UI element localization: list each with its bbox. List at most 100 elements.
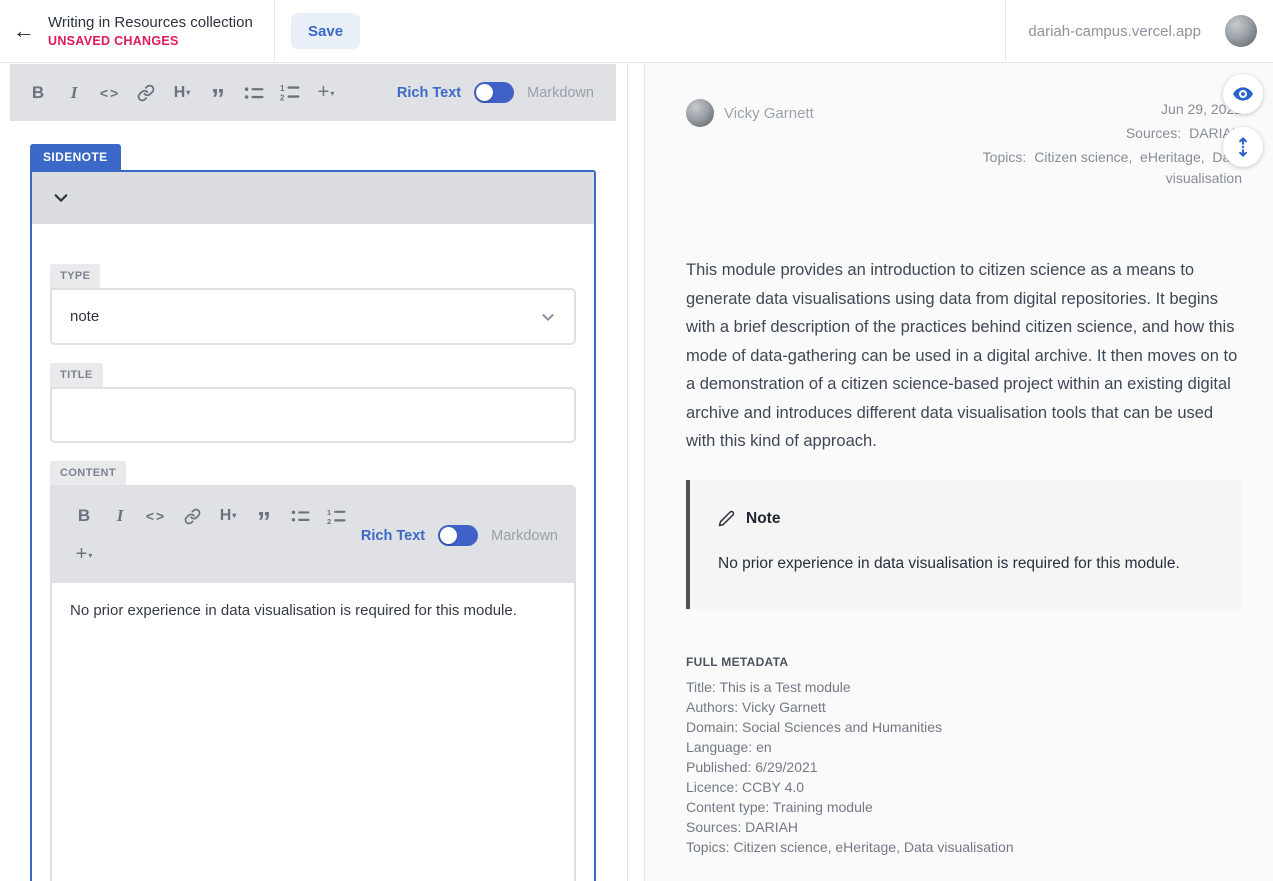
- chevron-down-icon: [52, 189, 70, 207]
- italic-button[interactable]: I: [56, 78, 92, 108]
- meta-date: Jun 29, 2021: [932, 99, 1242, 120]
- bullet-list-icon: [291, 508, 310, 524]
- scroll-sync-button[interactable]: [1223, 127, 1263, 167]
- back-arrow-icon: ←: [13, 18, 35, 44]
- rich-text-label[interactable]: Rich Text: [397, 85, 461, 101]
- user-avatar[interactable]: [1225, 15, 1257, 47]
- richtext-markdown-toggle[interactable]: [474, 82, 514, 103]
- topbar: ← Writing in Resources collection UNSAVE…: [0, 0, 1273, 63]
- heading-button[interactable]: H▾: [210, 501, 246, 531]
- site-url-link[interactable]: dariah-campus.vercel.app: [1028, 23, 1201, 40]
- numbered-list-button[interactable]: 12: [272, 78, 308, 108]
- quote-button[interactable]: ”: [246, 501, 282, 531]
- content-widget: B I <> H▾ ”: [50, 485, 576, 881]
- topics-value: Citizen science, eHeritage, Data visuali…: [1034, 149, 1246, 186]
- metadata-item: Authors: Vicky Garnett: [686, 697, 1242, 717]
- module-description: This module provides an introduction to …: [686, 256, 1242, 456]
- cms-app: ← Writing in Resources collection UNSAVE…: [0, 0, 1273, 881]
- editor-pane: B I <> H▾ ” 12 +▾ Rich Text Markdo: [0, 63, 628, 881]
- topbar-divider-right: [1005, 0, 1006, 62]
- markdown-label[interactable]: Markdown: [491, 528, 558, 544]
- note-title-text: Note: [746, 510, 780, 528]
- pencil-icon: [718, 510, 735, 527]
- metadata-item: Topics: Citizen science, eHeritage, Data…: [686, 837, 1242, 857]
- bold-button[interactable]: B: [20, 78, 56, 108]
- quote-icon: ”: [211, 82, 225, 104]
- title-input[interactable]: [50, 387, 576, 443]
- type-select-value: note: [70, 308, 99, 325]
- bold-icon: B: [32, 83, 44, 103]
- metadata-item: Content type: Training module: [686, 797, 1242, 817]
- chevron-down-icon: [540, 309, 556, 325]
- bullet-list-button[interactable]: [282, 501, 318, 531]
- code-icon: <>: [146, 508, 166, 524]
- toggle-preview-button[interactable]: [1223, 74, 1263, 114]
- editor-mode-switch: Rich Text Markdown: [397, 82, 594, 103]
- heading-button[interactable]: H▾: [164, 78, 200, 108]
- preview-header: Vicky Garnett Jun 29, 2021 Sources:DARIA…: [686, 99, 1242, 192]
- content-mode-switch: Rich Text Markdown: [361, 525, 558, 546]
- type-select[interactable]: note: [50, 288, 576, 345]
- add-component-icon: +▾: [76, 543, 93, 566]
- note-callout-title: Note: [718, 510, 1214, 528]
- metadata-item: Sources: DARIAH: [686, 817, 1242, 837]
- note-callout-text: No prior experience in data visualisatio…: [718, 553, 1214, 575]
- content-toolbar: B I <> H▾ ”: [52, 487, 574, 583]
- link-button[interactable]: [174, 501, 210, 531]
- bullet-list-button[interactable]: [236, 78, 272, 108]
- rich-text-label[interactable]: Rich Text: [361, 528, 425, 544]
- add-component-button[interactable]: +▾: [66, 539, 102, 569]
- sidenote-fields: TYPE note TITLE CONTENT B I <>: [32, 224, 594, 881]
- pane-gutter: [628, 63, 644, 881]
- metadata-item: Licence: CCBY 4.0: [686, 777, 1242, 797]
- preview-controls: [1223, 74, 1263, 167]
- link-button[interactable]: [128, 78, 164, 108]
- numbered-list-icon: 12: [327, 508, 346, 525]
- bold-icon: B: [78, 506, 90, 526]
- toggle-knob: [476, 84, 493, 101]
- meta-sources: Sources:DARIAH: [932, 123, 1242, 144]
- topbar-divider: [274, 0, 275, 62]
- italic-button[interactable]: I: [102, 501, 138, 531]
- sidenote-widget: TYPE note TITLE CONTENT B I <>: [30, 170, 596, 881]
- content-field-label: CONTENT: [50, 461, 126, 485]
- sidenote-widget-tab[interactable]: SIDENOTE: [30, 144, 121, 170]
- topics-label: Topics:: [983, 149, 1027, 165]
- code-button[interactable]: <>: [92, 78, 128, 108]
- title-field-label: TITLE: [50, 363, 103, 387]
- quote-button[interactable]: ”: [200, 78, 236, 108]
- content-editor[interactable]: No prior experience in data visualisatio…: [52, 583, 574, 881]
- numbered-list-button[interactable]: 12: [318, 501, 354, 531]
- type-field-label: TYPE: [50, 264, 100, 288]
- svg-text:2: 2: [327, 517, 331, 525]
- svg-text:1: 1: [280, 84, 285, 93]
- scroll-sync-icon: [1232, 136, 1254, 158]
- link-icon: [137, 84, 155, 102]
- link-icon: [184, 508, 201, 525]
- caret-down-icon: ▾: [330, 89, 334, 98]
- caret-down-icon: ▾: [232, 511, 236, 520]
- code-button[interactable]: <>: [138, 501, 174, 531]
- sources-label: Sources:: [1126, 125, 1181, 141]
- sidenote-collapse-header[interactable]: [32, 172, 594, 224]
- add-component-button[interactable]: +▾: [308, 78, 344, 108]
- italic-icon: I: [71, 83, 78, 103]
- svg-text:1: 1: [327, 508, 332, 517]
- bullet-list-icon: [244, 85, 264, 101]
- editor-toolbar: B I <> H▾ ” 12 +▾ Rich Text Markdo: [10, 64, 616, 121]
- caret-down-icon: ▾: [186, 88, 190, 97]
- code-icon: <>: [100, 85, 120, 101]
- back-button[interactable]: ←: [0, 0, 48, 62]
- metadata-item: Published: 6/29/2021: [686, 757, 1242, 777]
- unsaved-changes-badge: UNSAVED CHANGES: [48, 34, 264, 48]
- richtext-markdown-toggle[interactable]: [438, 525, 478, 546]
- bold-button[interactable]: B: [66, 501, 102, 531]
- save-button[interactable]: Save: [291, 13, 360, 49]
- markdown-label[interactable]: Markdown: [527, 85, 594, 101]
- metadata-item: Domain: Social Sciences and Humanities: [686, 717, 1242, 737]
- author-name: Vicky Garnett: [724, 105, 814, 122]
- caret-down-icon: ▾: [88, 551, 92, 560]
- italic-icon: I: [117, 506, 124, 526]
- metadata-item: Title: This is a Test module: [686, 677, 1242, 697]
- page-title: Writing in Resources collection: [48, 14, 264, 31]
